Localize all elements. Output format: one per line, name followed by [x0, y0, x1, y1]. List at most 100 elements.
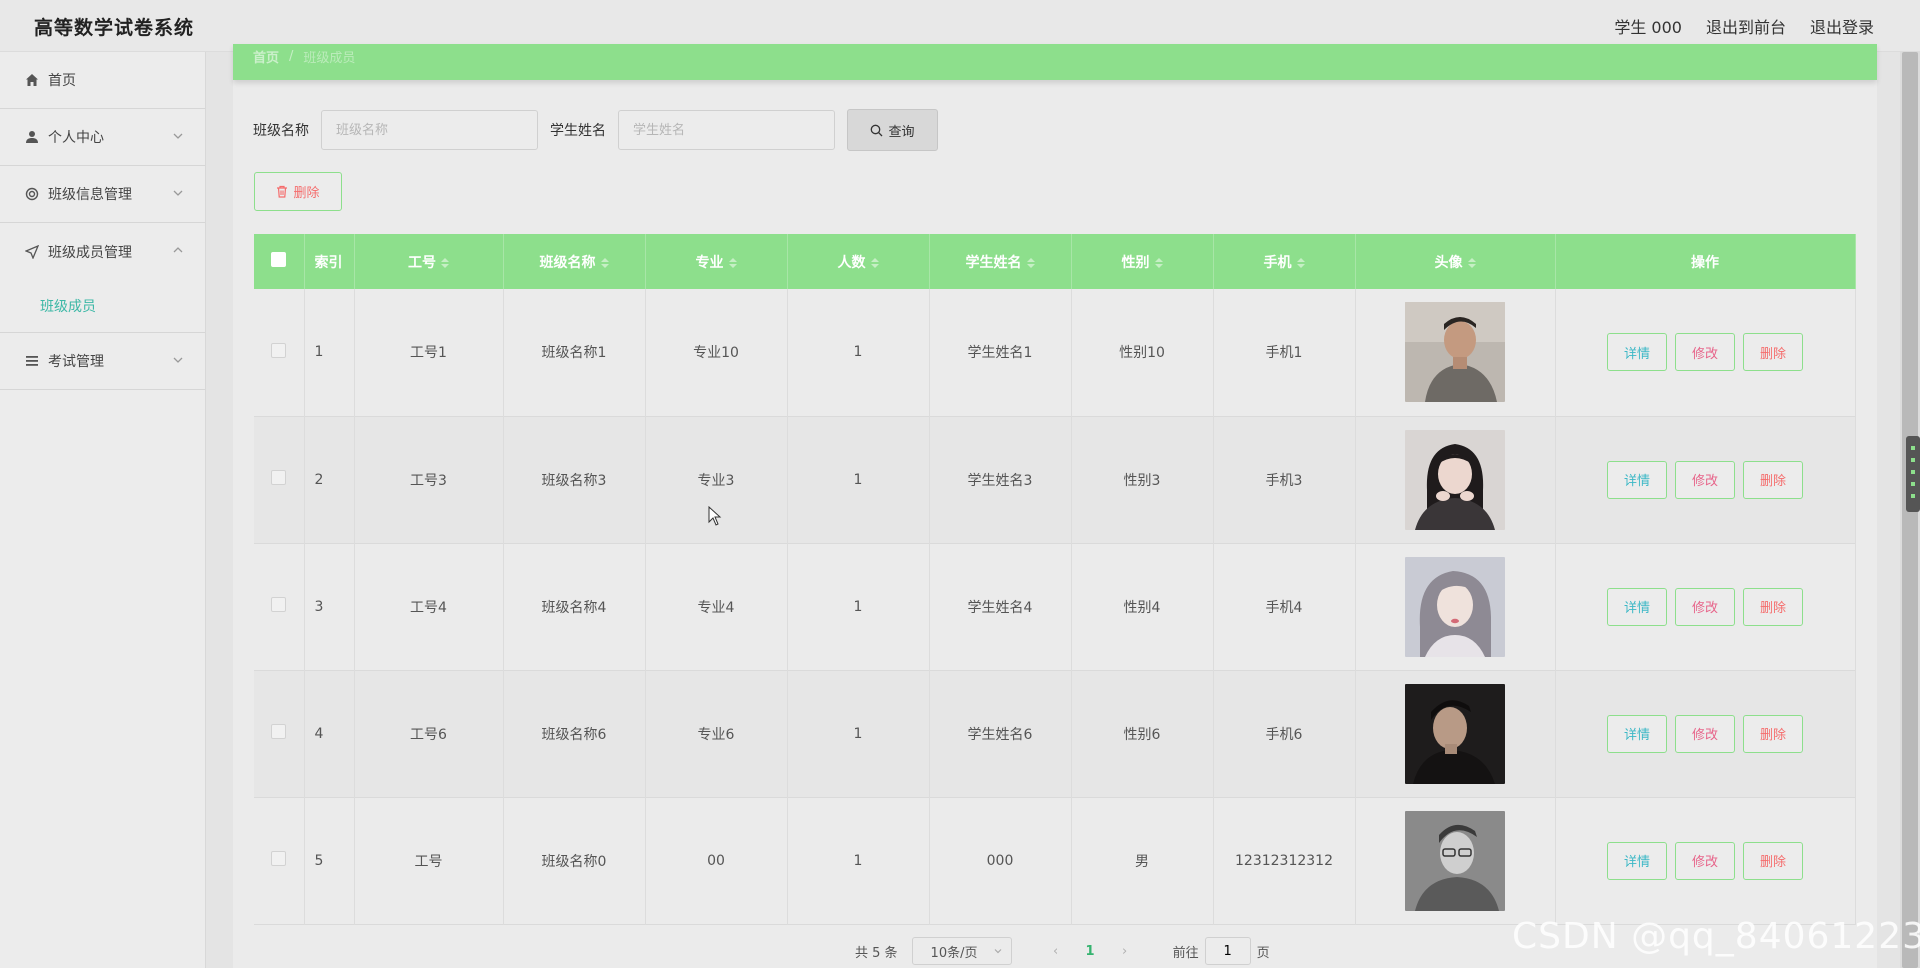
- sidebar-item-label: 个人中心: [48, 130, 104, 146]
- sidebar-item-class-members-mgmt[interactable]: 班级成员管理: [0, 223, 205, 280]
- row-checkbox[interactable]: [271, 851, 287, 866]
- column-header-count[interactable]: 人数: [787, 234, 930, 289]
- watermark-text: CSDN @qq_840612233: [1512, 916, 1920, 957]
- select-all-checkbox[interactable]: [271, 252, 287, 267]
- cell-student-name: 学生姓名4: [929, 543, 1072, 670]
- cell-index: 3: [304, 543, 355, 670]
- goto-page-input[interactable]: [1204, 937, 1251, 965]
- cell-student-name: 学生姓名1: [929, 289, 1072, 416]
- exit-to-front-link[interactable]: 退出到前台: [1706, 14, 1786, 38]
- edit-button[interactable]: 修改: [1675, 587, 1735, 626]
- detail-button[interactable]: 详情: [1607, 587, 1667, 626]
- query-button[interactable]: 查询: [847, 109, 938, 151]
- delete-button[interactable]: 删除: [1743, 460, 1803, 499]
- column-header-class-name[interactable]: 班级名称: [503, 234, 646, 289]
- cell-index: 5: [304, 797, 355, 924]
- avatar-image[interactable]: [1405, 429, 1505, 530]
- cell-major: 00: [645, 797, 788, 924]
- sidebar-item-home[interactable]: 首页: [0, 52, 205, 109]
- cell-actions: 详情 修改 删除: [1555, 416, 1856, 543]
- cell-actions: 详情 修改 删除: [1555, 289, 1856, 416]
- column-header-major[interactable]: 专业: [645, 234, 788, 289]
- column-header-avatar[interactable]: 头像: [1355, 234, 1556, 289]
- sort-icon: [870, 257, 879, 268]
- sort-icon: [1467, 257, 1476, 268]
- column-header-label: 手机: [1263, 254, 1292, 271]
- delete-button[interactable]: 删除: [1743, 333, 1803, 372]
- next-page-button[interactable]: ›: [1117, 944, 1133, 959]
- cell-student-name: 学生姓名6: [929, 670, 1072, 797]
- table-row: 4 工号6 班级名称6 专业6 1 学生姓名6 性别6 手机6 详情 修改 删除: [254, 670, 1856, 797]
- student-name-input[interactable]: [618, 110, 835, 150]
- detail-button[interactable]: 详情: [1607, 333, 1667, 372]
- cell-major: 专业4: [645, 543, 788, 670]
- row-checkbox[interactable]: [271, 724, 287, 739]
- page-size-select[interactable]: 10条/页: [911, 937, 1012, 965]
- column-header-label: 学生姓名: [965, 254, 1022, 271]
- sidebar-item-personal-center[interactable]: 个人中心: [0, 109, 205, 166]
- navigation-icon: [24, 244, 40, 260]
- edit-button[interactable]: 修改: [1675, 333, 1735, 372]
- cell-index: 4: [304, 670, 355, 797]
- breadcrumb-home[interactable]: 首页: [253, 47, 279, 66]
- batch-delete-button[interactable]: 删除: [254, 172, 342, 211]
- page-size-value: 10条/页: [930, 945, 978, 961]
- column-header-phone[interactable]: 手机: [1213, 234, 1356, 289]
- sidebar-item-label: 班级信息管理: [48, 187, 132, 203]
- current-user: 学生 000: [1614, 18, 1682, 37]
- cell-student-name: 学生姓名3: [929, 416, 1072, 543]
- avatar-image[interactable]: [1405, 810, 1505, 911]
- edit-button[interactable]: 修改: [1675, 460, 1735, 499]
- student-name-label: 学生姓名: [550, 123, 606, 139]
- edit-button[interactable]: 修改: [1675, 714, 1735, 753]
- chevron-down-icon: [173, 190, 183, 196]
- batch-delete-label: 删除: [293, 186, 320, 201]
- class-name-input[interactable]: [321, 110, 538, 150]
- row-checkbox-cell: [254, 797, 305, 924]
- page-suffix: 页: [1256, 945, 1270, 961]
- logout-link[interactable]: 退出登录: [1810, 14, 1874, 38]
- select-all-checkbox-cell: [254, 234, 305, 289]
- sidebar-item-exam-mgmt[interactable]: 考试管理: [0, 333, 205, 390]
- delete-button[interactable]: 删除: [1743, 587, 1803, 626]
- cell-actions: 详情 修改 删除: [1555, 670, 1856, 797]
- app-title: 高等数学试卷系统: [34, 17, 195, 39]
- avatar-image[interactable]: [1405, 556, 1505, 657]
- sidebar-subitem-class-members[interactable]: 班级成员: [0, 280, 205, 332]
- class-name-label: 班级名称: [253, 123, 309, 139]
- column-header-student-name[interactable]: 学生姓名: [929, 234, 1072, 289]
- row-checkbox[interactable]: [271, 342, 287, 358]
- column-header-gender[interactable]: 性别: [1071, 234, 1214, 289]
- cell-student-name: 000: [929, 797, 1072, 924]
- avatar-image[interactable]: [1405, 302, 1505, 403]
- cell-index: 2: [304, 416, 355, 543]
- delete-button[interactable]: 删除: [1743, 841, 1803, 880]
- prev-page-button[interactable]: ‹: [1048, 944, 1064, 959]
- detail-button[interactable]: 详情: [1607, 841, 1667, 880]
- sidebar: 首页 个人中心 班级信息管理 班级成员管理 班级成员 考试管理: [0, 52, 206, 968]
- cell-avatar: [1355, 670, 1556, 797]
- row-checkbox-cell: [254, 543, 305, 670]
- detail-button[interactable]: 详情: [1607, 714, 1667, 753]
- cell-actions: 详情 修改 删除: [1555, 797, 1856, 924]
- floating-side-widget[interactable]: [1906, 436, 1920, 512]
- row-checkbox[interactable]: [271, 470, 287, 485]
- edit-button[interactable]: 修改: [1675, 841, 1735, 880]
- detail-button[interactable]: 详情: [1607, 460, 1667, 499]
- avatar-image[interactable]: [1405, 683, 1505, 784]
- trash-icon: [277, 185, 288, 198]
- sidebar-item-class-info[interactable]: 班级信息管理: [0, 166, 205, 223]
- cell-class-name: 班级名称1: [503, 289, 646, 416]
- cell-gender: 性别3: [1071, 416, 1214, 543]
- page-number-current[interactable]: 1: [1086, 944, 1095, 959]
- cell-major: 专业10: [645, 289, 788, 416]
- delete-button[interactable]: 删除: [1743, 714, 1803, 753]
- cell-avatar: [1355, 797, 1556, 924]
- cell-gender: 男: [1071, 797, 1214, 924]
- lifebuoy-icon: [24, 186, 40, 202]
- column-header-job-no[interactable]: 工号: [354, 234, 504, 289]
- row-checkbox[interactable]: [271, 597, 287, 612]
- cell-index: 1: [304, 289, 355, 416]
- table-row: 2 工号3 班级名称3 专业3 1 学生姓名3 性别3 手机3 详情 修改 删除: [254, 416, 1856, 543]
- goto-label: 前往: [1172, 945, 1199, 961]
